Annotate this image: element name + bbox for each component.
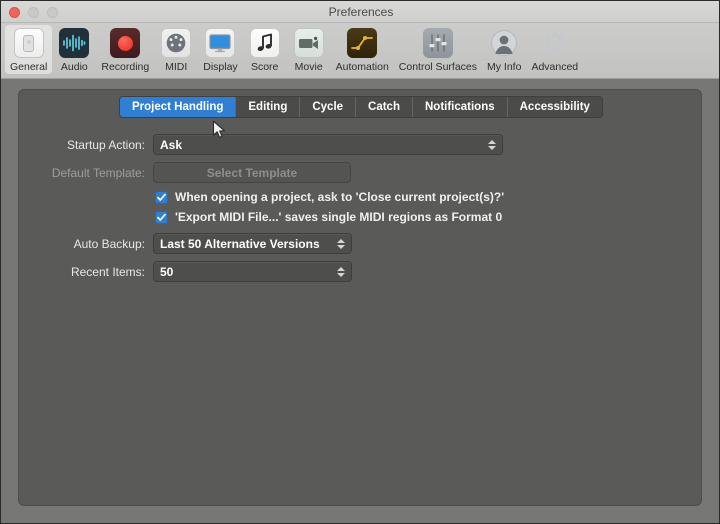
checkbox-checked-icon[interactable] xyxy=(155,190,168,204)
toolbar-label-audio: Audio xyxy=(60,61,88,73)
toolbar-label-general: General xyxy=(10,61,48,73)
toolbar-label-midi: MIDI xyxy=(165,61,188,73)
checkbox-checked-icon[interactable] xyxy=(155,210,168,224)
music-note-icon xyxy=(249,28,280,58)
row-startup-action: Startup Action: Ask xyxy=(41,134,503,155)
toolbar-item-automation[interactable]: Automation xyxy=(331,25,394,74)
user-person-icon xyxy=(489,28,519,58)
auto-backup-value: Last 50 Alternative Versions xyxy=(160,236,320,251)
audio-waveform-icon xyxy=(59,28,90,58)
tab-project-handling[interactable]: Project Handling xyxy=(120,97,237,117)
preferences-window: Preferences General Audio Recording MIDI… xyxy=(0,0,720,524)
recent-items-popup[interactable]: 50 xyxy=(153,261,352,282)
tab-accessibility[interactable]: Accessibility xyxy=(508,97,602,117)
automation-curve-icon xyxy=(347,28,378,58)
gear-icon xyxy=(540,28,570,58)
recent-items-value: 50 xyxy=(160,264,174,279)
window-title: Preferences xyxy=(328,5,394,19)
toolbar-item-control-surfaces[interactable]: Control Surfaces xyxy=(394,25,482,74)
toolbar-label-automation: Automation xyxy=(335,61,389,73)
chevron-updown-icon xyxy=(336,237,345,251)
default-template-label: Default Template: xyxy=(51,165,145,180)
toolbar-item-general[interactable]: General xyxy=(5,25,53,74)
toolbar-item-display[interactable]: Display xyxy=(198,25,242,74)
chevron-updown-icon xyxy=(336,265,345,279)
checkbox-label-export-midi-format0: 'Export MIDI File...' saves single MIDI … xyxy=(175,210,503,224)
toolbar-item-my-info[interactable]: My Info xyxy=(482,25,526,74)
toolbar-item-advanced[interactable]: Advanced xyxy=(526,25,583,74)
preferences-toolbar: General Audio Recording MIDI Display Sco… xyxy=(1,23,719,79)
startup-action-popup[interactable]: Ask xyxy=(153,134,503,155)
checkbox-label-close-current-projects: When opening a project, ask to 'Close cu… xyxy=(175,190,505,204)
toolbar-label-advanced: Advanced xyxy=(531,61,579,73)
row-auto-backup: Auto Backup: Last 50 Alternative Version… xyxy=(41,233,392,254)
tab-catch[interactable]: Catch xyxy=(356,97,413,117)
auto-backup-popup[interactable]: Last 50 Alternative Versions xyxy=(153,233,352,254)
toolbar-label-movie: Movie xyxy=(294,61,323,73)
tab-editing[interactable]: Editing xyxy=(236,97,301,117)
record-dot-icon xyxy=(110,28,141,58)
arrow-pointer-icon xyxy=(212,120,228,140)
window-titlebar: Preferences xyxy=(1,1,719,23)
chevron-updown-icon xyxy=(487,138,496,152)
recent-items-label: Recent Items: xyxy=(70,264,145,279)
startup-action-value: Ask xyxy=(160,137,183,152)
toolbar-label-control-surfaces: Control Surfaces xyxy=(398,61,477,73)
toolbar-label-score: Score xyxy=(250,61,279,73)
toolbar-item-midi[interactable]: MIDI xyxy=(154,25,198,74)
movie-camera-icon xyxy=(293,28,324,58)
toolbar-label-recording: Recording xyxy=(101,61,150,73)
row-default-template: Default Template: Select Template xyxy=(41,162,391,183)
toolbar-label-display: Display xyxy=(203,61,238,73)
select-template-button[interactable]: Select Template xyxy=(153,162,351,183)
auto-backup-label: Auto Backup: xyxy=(73,236,145,251)
row-recent-items: Recent Items: 50 xyxy=(41,261,392,282)
toolbar-item-audio[interactable]: Audio xyxy=(52,25,96,74)
checkbox-row-close-current-projects[interactable]: When opening a project, ask to 'Close cu… xyxy=(155,190,504,204)
display-monitor-icon xyxy=(205,28,236,58)
faders-icon xyxy=(422,28,453,58)
checkbox-row-export-midi-format0[interactable]: 'Export MIDI File...' saves single MIDI … xyxy=(155,210,502,224)
toolbar-label-my-info: My Info xyxy=(487,61,522,73)
tab-notifications[interactable]: Notifications xyxy=(413,97,508,117)
preferences-tabbar: Project Handling Editing Cycle Catch Not… xyxy=(119,96,603,118)
midi-connector-icon xyxy=(161,28,192,58)
toolbar-item-score[interactable]: Score xyxy=(243,25,287,74)
general-icon xyxy=(13,28,44,58)
toolbar-item-movie[interactable]: Movie xyxy=(287,25,331,74)
tab-cycle[interactable]: Cycle xyxy=(300,97,357,117)
toolbar-item-recording[interactable]: Recording xyxy=(96,25,154,74)
startup-action-label: Startup Action: xyxy=(66,137,145,152)
